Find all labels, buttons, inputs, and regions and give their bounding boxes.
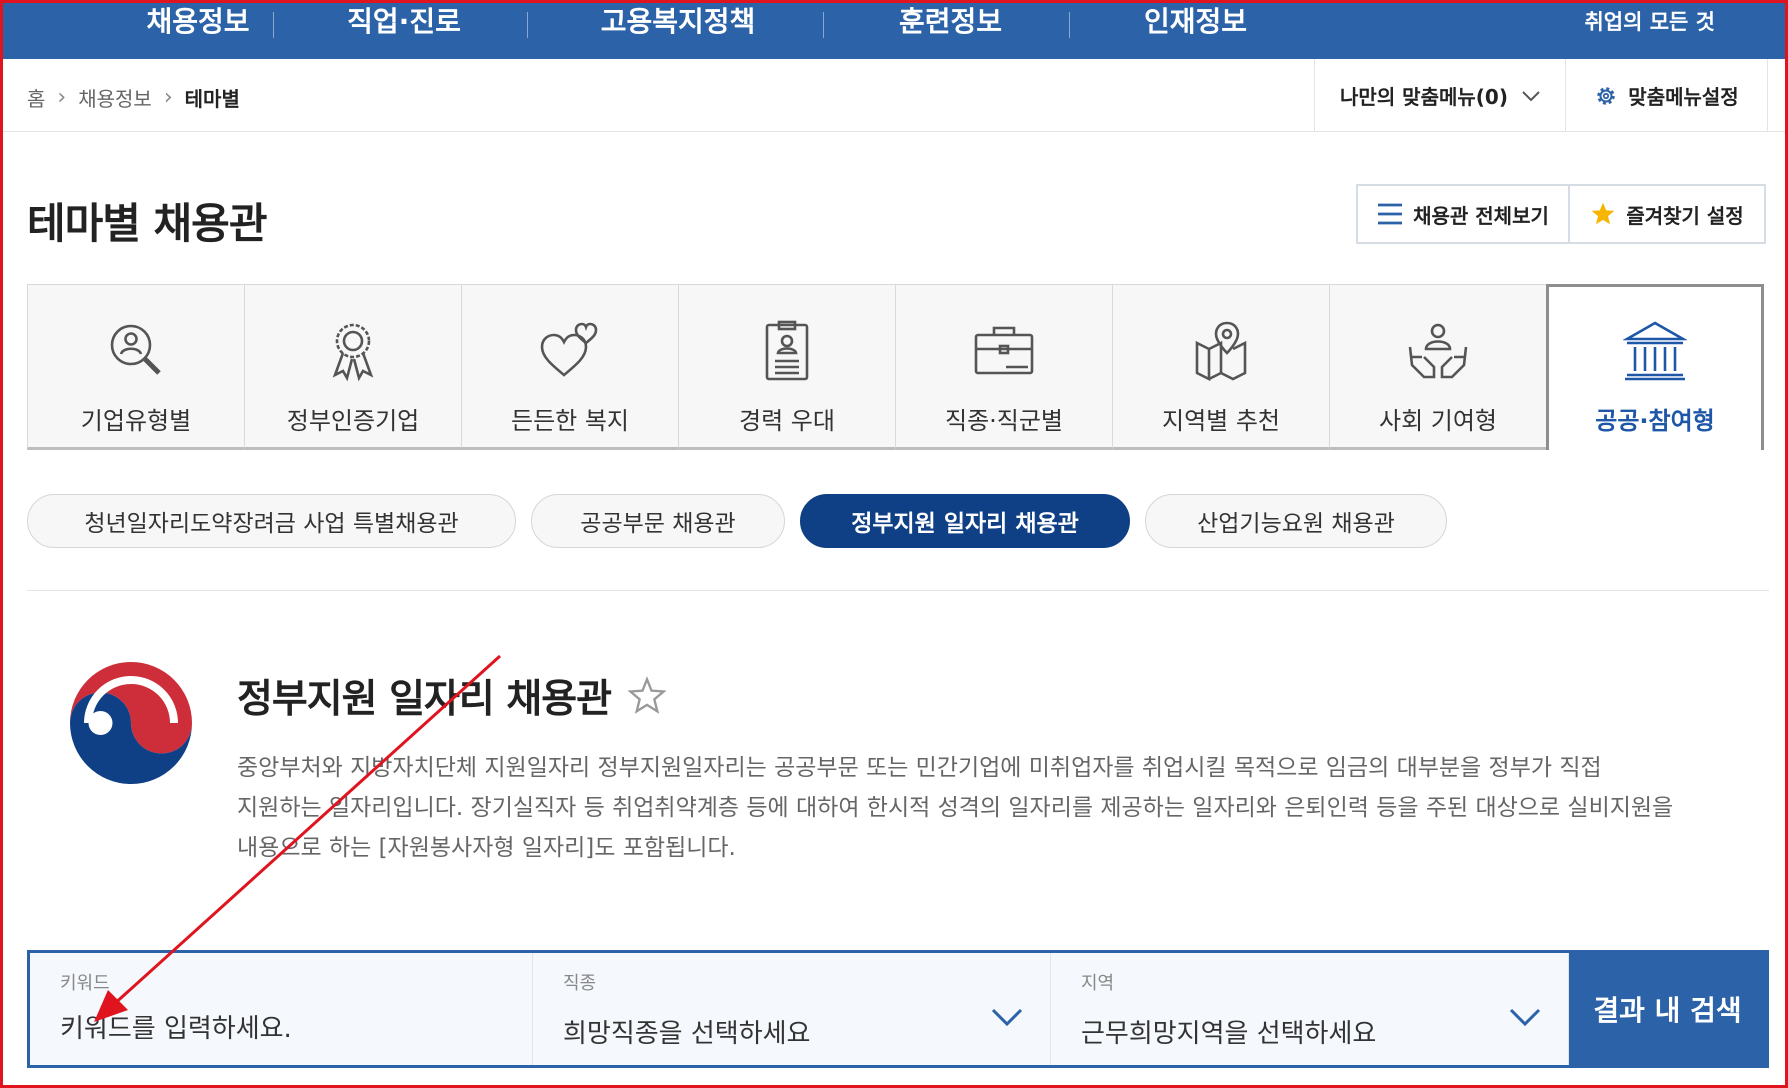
hearts-icon <box>540 322 598 377</box>
nav-separator <box>527 12 528 38</box>
nav-item-everything[interactable]: 취업의 모든 것 <box>1584 0 1715 44</box>
chevron-right-icon: › <box>57 85 67 110</box>
hamburger-menu-icon <box>1378 203 1403 225</box>
nav-item-talent[interactable]: 인재정보 <box>1088 0 1303 47</box>
search-within-results-button[interactable]: 결과 내 검색 <box>1569 953 1766 1065</box>
breadcrumb: 홈 › 채용정보 › 테마별 <box>27 83 240 112</box>
tab-public-participation[interactable]: 공공·참여형 <box>1546 284 1764 450</box>
custom-menu-settings-button[interactable]: 맞춤메뉴설정 <box>1566 59 1768 132</box>
description-line: 지원하는 일자리입니다. 장기실직자 등 취업취약계층 등에 대하여 한시적 성… <box>237 795 1674 821</box>
page-title: 테마별 채용관 <box>27 199 267 248</box>
map-pin-icon <box>1195 321 1247 382</box>
custom-menu-settings-label: 맞춤메뉴설정 <box>1628 85 1739 109</box>
divider <box>27 590 1769 591</box>
tab-label: 직종·직군별 <box>944 407 1064 435</box>
section-title: 정부지원 일자리 채용관 <box>237 668 667 724</box>
hands-person-icon <box>1408 323 1468 379</box>
briefcase-icon <box>974 326 1034 375</box>
region-value: 근무희망지역을 선택하세요 <box>1081 1019 1377 1049</box>
gear-icon <box>1597 86 1616 105</box>
breadcrumb-bar: 홈 › 채용정보 › 테마별 나만의 맞춤메뉴(0) 맞춤메뉴설정 <box>3 59 1785 132</box>
top-navigation: 채용정보 직업·진로 고용복지정책 훈련정보 인재정보 취업의 모든 것 <box>3 0 1785 59</box>
tab-government-certified[interactable]: 정부인증기업 <box>244 284 462 450</box>
theme-tabs: 기업유형별 정부인증기업 든든한 복지 경력 우대 직종·직군별 지역별 추천 <box>27 284 1769 450</box>
nav-separator <box>823 12 824 38</box>
nav-item-career[interactable]: 직업·진로 <box>293 0 515 47</box>
job-type-value: 희망직종을 선택하세요 <box>563 1019 811 1049</box>
tab-label: 지역별 추천 <box>1161 407 1281 435</box>
search-filter-bar: 키워드 직종 희망직종을 선택하세요 지역 근무희망지역을 선택하세요 결과 내… <box>27 950 1769 1068</box>
job-type-select[interactable]: 직종 희망직종을 선택하세요 <box>533 953 1051 1065</box>
my-custom-menu-dropdown[interactable]: 나만의 맞춤메뉴(0) <box>1314 59 1566 132</box>
chevron-right-icon: › <box>163 85 173 110</box>
region-label: 지역 <box>1081 973 1115 994</box>
tab-job-type[interactable]: 직종·직군별 <box>895 284 1113 450</box>
tab-label: 사회 기여형 <box>1378 407 1498 435</box>
page-action-buttons: 채용관 전체보기 즐겨찾기 설정 <box>1356 184 1766 244</box>
tab-label: 정부인증기업 <box>286 407 420 435</box>
breadcrumb-recruit[interactable]: 채용정보 <box>78 83 152 112</box>
keyword-input[interactable] <box>60 1007 500 1051</box>
view-all-label: 채용관 전체보기 <box>1413 203 1549 228</box>
section-title-text: 정부지원 일자리 채용관 <box>237 677 612 722</box>
job-type-label: 직종 <box>563 973 597 994</box>
sub-category-pills: 청년일자리도약장려금 사업 특별채용관 공공부문 채용관 정부지원 일자리 채용… <box>27 494 1447 548</box>
view-all-halls-button[interactable]: 채용관 전체보기 <box>1358 186 1570 242</box>
chevron-down-icon <box>991 1008 1023 1027</box>
breadcrumb-home[interactable]: 홈 <box>27 83 45 112</box>
section-description: 중앙부처와 지방자치단체 지원일자리 정부지원일자리는 공공부문 또는 민간기업… <box>237 748 1757 868</box>
taegeuk-emblem-logo <box>69 661 193 785</box>
tab-social-contribution[interactable]: 사회 기여형 <box>1329 284 1547 450</box>
description-line: 중앙부처와 지방자치단체 지원일자리 정부지원일자리는 공공부문 또는 민간기업… <box>237 755 1602 781</box>
pill-government-supported[interactable]: 정부지원 일자리 채용관 <box>800 494 1130 548</box>
search-person-icon <box>110 324 161 375</box>
nav-item-training[interactable]: 훈련정보 <box>843 0 1058 47</box>
tab-welfare[interactable]: 든든한 복지 <box>461 284 679 450</box>
chevron-down-icon <box>1509 1008 1541 1027</box>
star-outline-icon[interactable] <box>627 676 667 716</box>
tab-company-type[interactable]: 기업유형별 <box>27 284 245 450</box>
nav-item-recruit[interactable]: 채용정보 <box>83 0 313 47</box>
nav-item-welfare-policy[interactable]: 고용복지정책 <box>563 0 793 47</box>
pill-public-sector[interactable]: 공공부문 채용관 <box>531 494 785 548</box>
star-icon <box>1591 202 1615 225</box>
description-line: 내용으로 하는 [자원봉사자형 일자리]도 포함됩니다. <box>237 835 736 861</box>
tab-label: 든든한 복지 <box>510 407 630 435</box>
nav-separator <box>1069 12 1070 38</box>
tab-career-preferred[interactable]: 경력 우대 <box>678 284 896 450</box>
award-ribbon-icon <box>332 323 374 382</box>
my-custom-menu-label: 나만의 맞춤메뉴(0) <box>1340 85 1508 109</box>
nav-separator <box>273 12 274 38</box>
keyword-label: 키워드 <box>60 973 110 994</box>
pill-industrial-technical[interactable]: 산업기능요원 채용관 <box>1145 494 1447 548</box>
tab-region[interactable]: 지역별 추천 <box>1112 284 1330 450</box>
tab-label: 공공·참여형 <box>1595 407 1715 435</box>
pill-youth-job-special[interactable]: 청년일자리도약장려금 사업 특별채용관 <box>27 494 516 548</box>
government-building-icon <box>1623 321 1687 381</box>
clipboard-profile-icon <box>765 320 809 381</box>
tab-label: 기업유형별 <box>80 407 192 435</box>
favorite-settings-button[interactable]: 즐겨찾기 설정 <box>1570 186 1764 242</box>
tab-label: 경력 우대 <box>739 407 835 435</box>
breadcrumb-current: 테마별 <box>184 87 240 111</box>
region-select[interactable]: 지역 근무희망지역을 선택하세요 <box>1051 953 1569 1065</box>
keyword-field: 키워드 <box>30 953 533 1065</box>
favorite-label: 즐겨찾기 설정 <box>1626 203 1744 228</box>
chevron-down-icon <box>1522 90 1540 101</box>
